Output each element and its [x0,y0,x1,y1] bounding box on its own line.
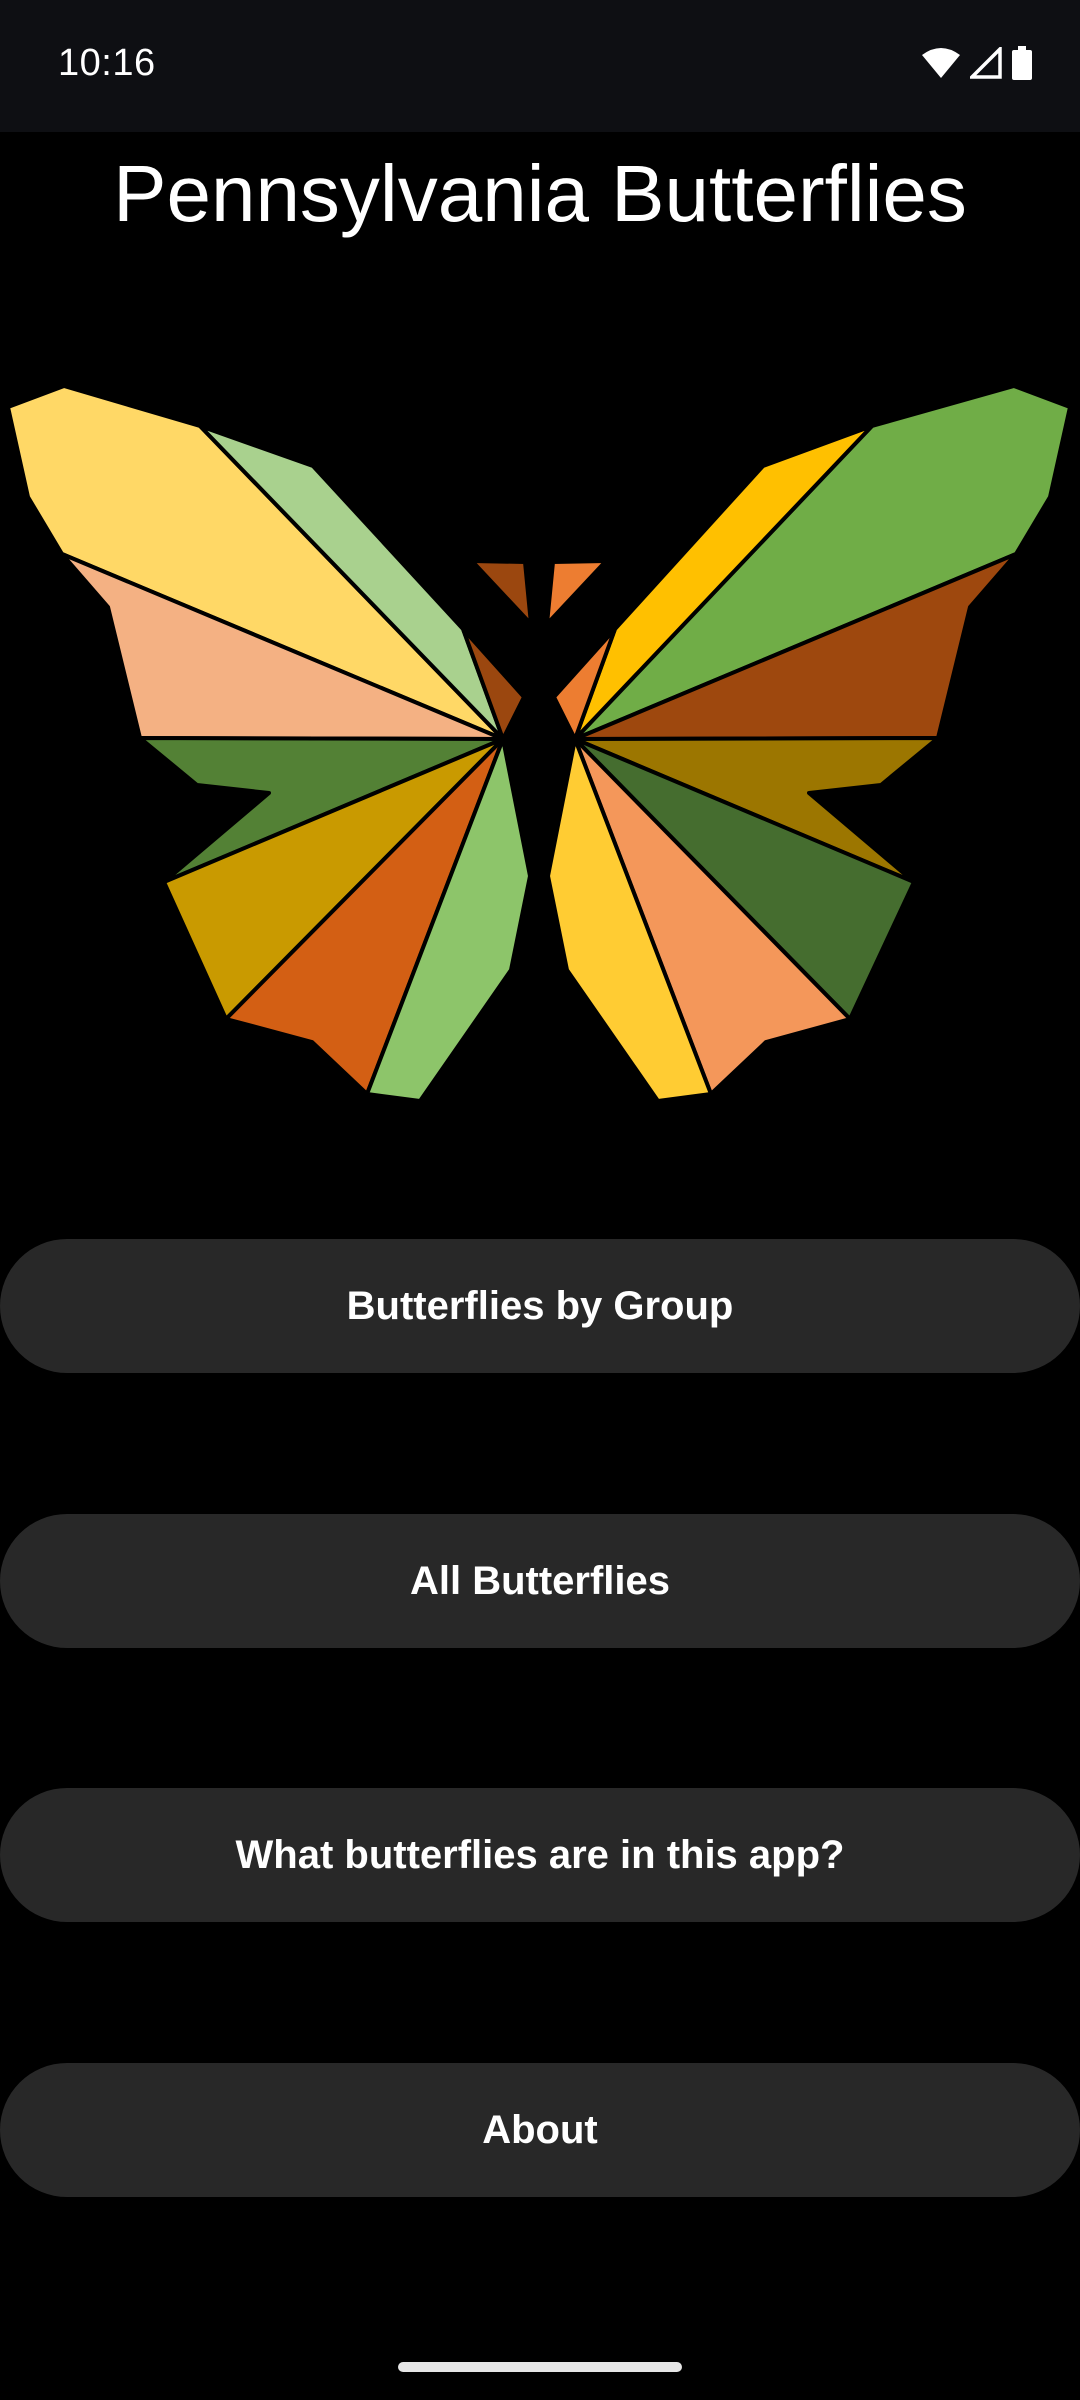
status-time: 10:16 [58,42,156,84]
all-butterflies-button[interactable]: All Butterflies [0,1514,1080,1648]
butterfly-logo [6,384,1072,1103]
wing-segment [470,559,533,626]
what-butterflies-button[interactable]: What butterflies are in this app? [0,1788,1080,1922]
wifi-icon [922,48,960,78]
status-bar: 10:16 [0,0,1080,132]
home-screen: 10:16 Pennsylvania Butterflies Butterfli… [0,0,1080,2400]
app-title: Pennsylvania Butterflies [113,149,967,238]
cellular-signal-icon [970,47,1002,79]
about-button[interactable]: About [0,2063,1080,2197]
butterflies-by-group-button[interactable]: Butterflies by Group [0,1239,1080,1373]
wing-segment [545,559,608,626]
home-indicator[interactable] [398,2362,682,2372]
status-icons [922,46,1032,80]
battery-icon [1012,46,1032,80]
